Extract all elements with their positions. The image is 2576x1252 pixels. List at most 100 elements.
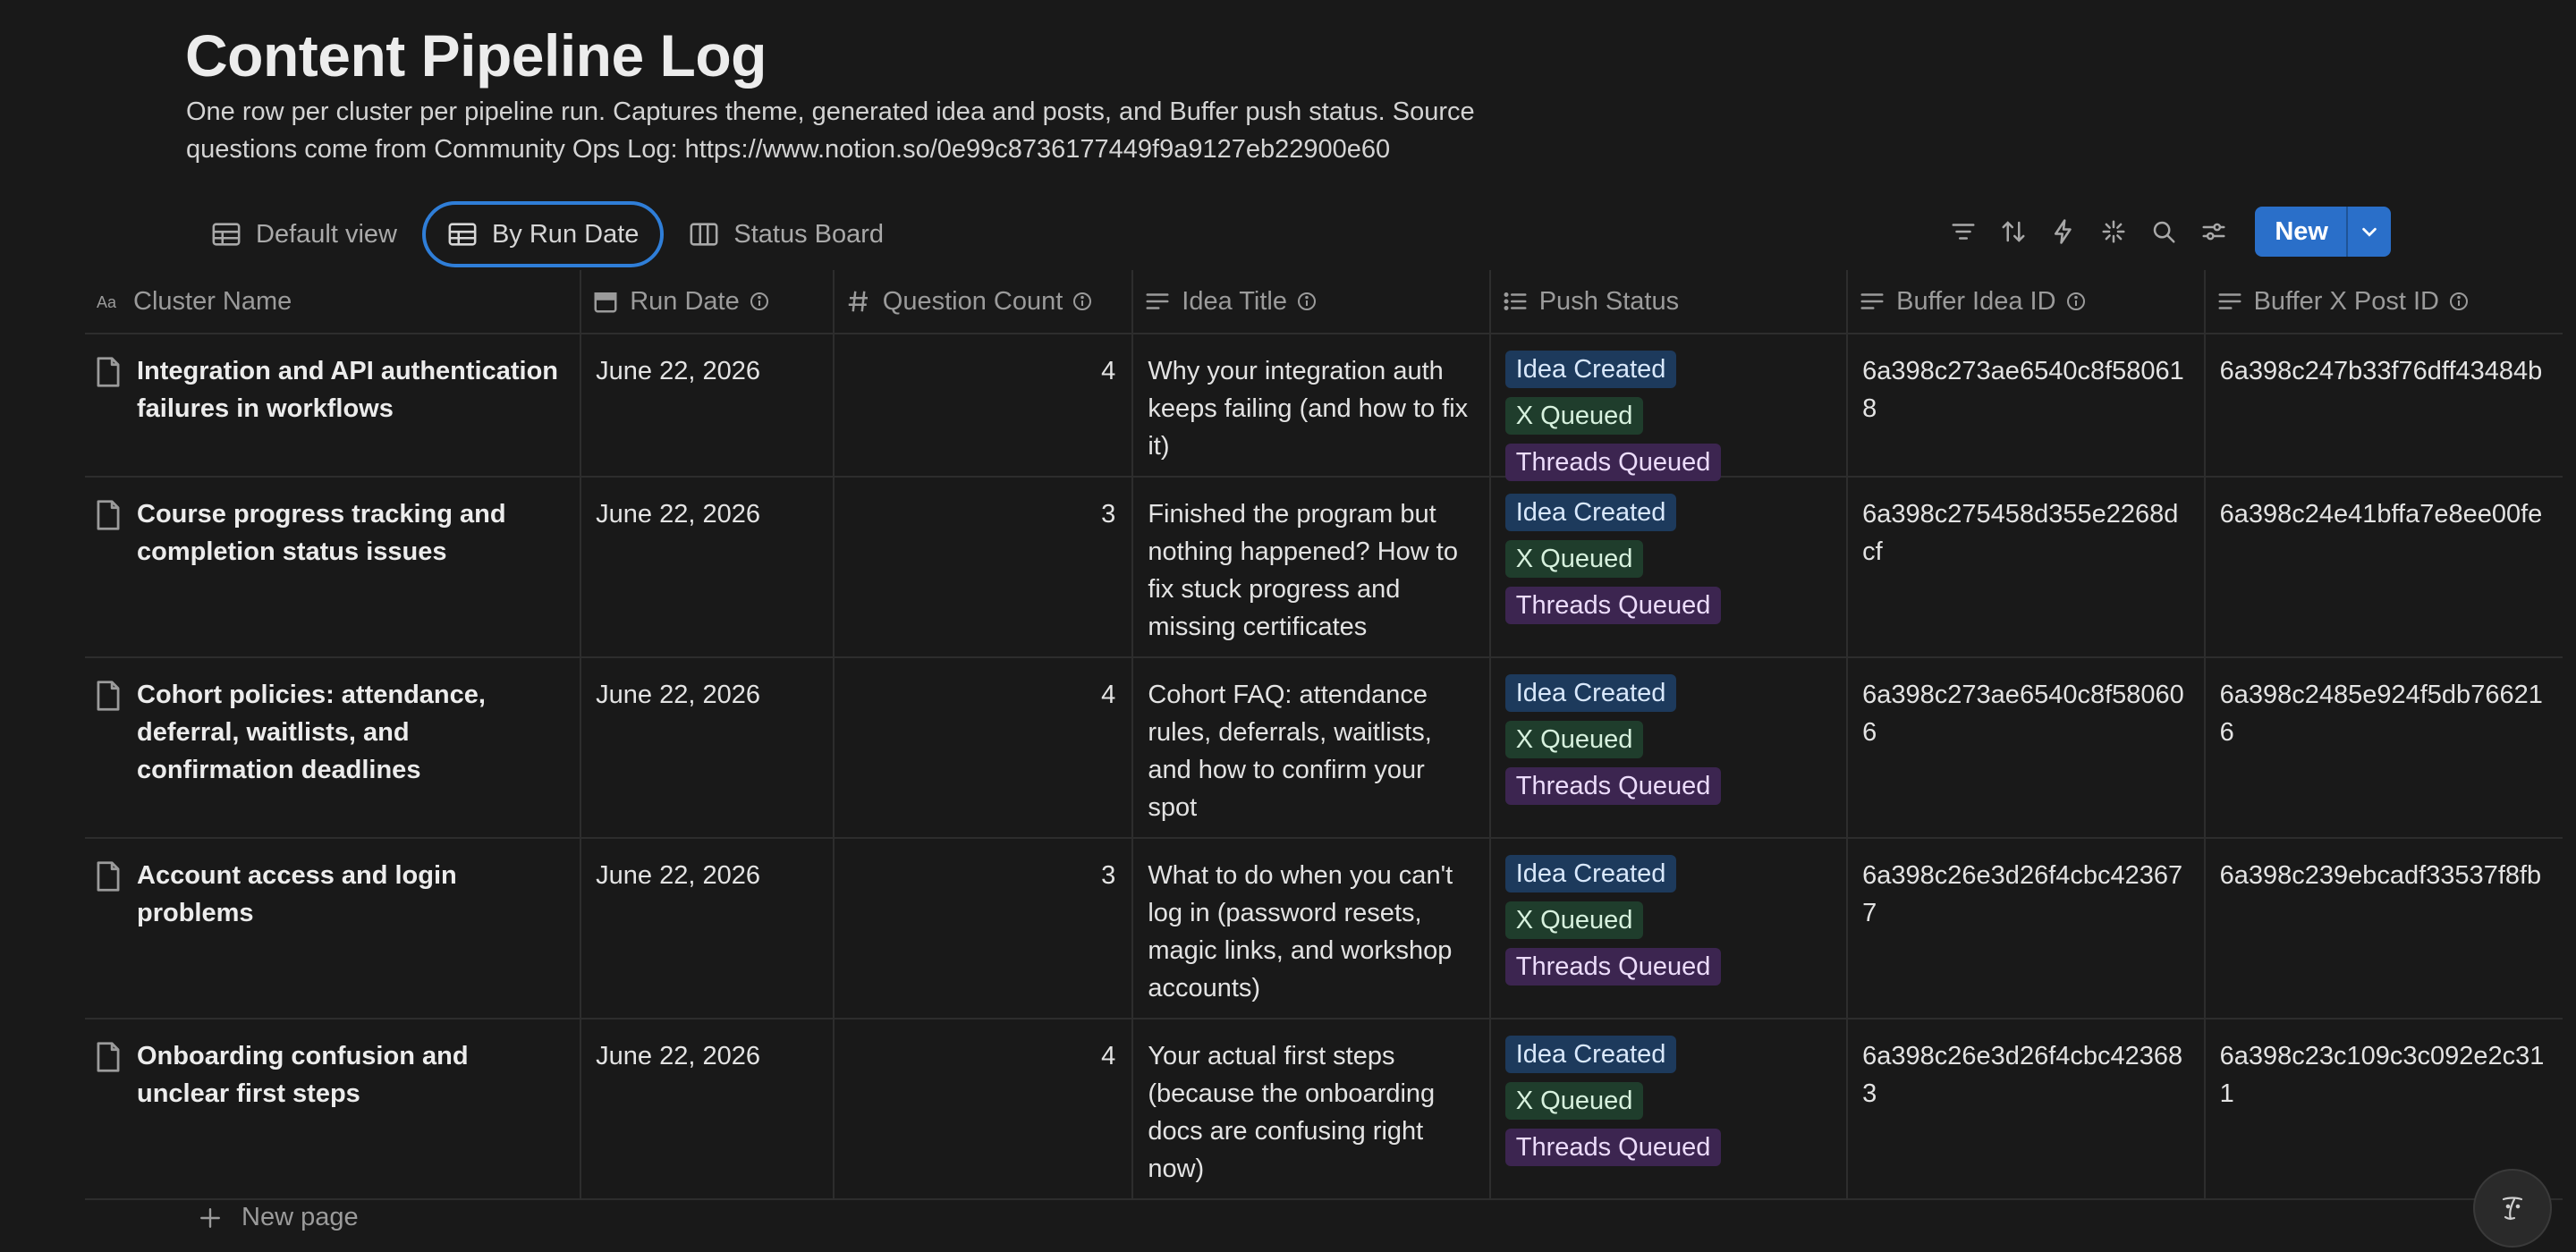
tab-default-view[interactable]: Default view (190, 201, 419, 267)
text-icon (1146, 293, 1169, 309)
automation-icon[interactable] (2038, 207, 2089, 257)
table-header: Aa Cluster Name Run Date Question Count … (85, 270, 2563, 334)
column-header-idea-title[interactable]: Idea Title (1133, 270, 1491, 333)
column-header-buffer-x-post-id[interactable]: Buffer X Post ID (2206, 270, 2563, 333)
cell-buffer-x-post-id[interactable]: 6a398c247b33f76dff43484b (2206, 334, 2563, 476)
info-icon[interactable] (2448, 291, 2470, 312)
title-icon: Aa (97, 293, 117, 311)
info-icon[interactable] (1296, 291, 1318, 312)
cell-buffer-x-post-id[interactable]: 6a398c24e41bffa7e8ee00fe (2206, 478, 2563, 656)
plus-icon (200, 1207, 220, 1228)
settings-icon[interactable] (2189, 207, 2239, 257)
cell-cluster-name[interactable]: Cohort policies: attendance, deferral, w… (85, 658, 582, 837)
tag-x-queued: X Queued (1504, 1082, 1644, 1120)
page-title[interactable]: Content Pipeline Log (185, 16, 767, 95)
table-row[interactable]: Account access and login problems June 2… (85, 839, 2563, 1019)
column-header-run-date[interactable]: Run Date (581, 270, 835, 333)
info-icon[interactable] (1072, 291, 1093, 312)
new-page-label: New page (242, 1203, 359, 1231)
cell-idea-title[interactable]: Finished the program but nothing happene… (1133, 478, 1491, 656)
new-button[interactable]: New (2255, 207, 2391, 257)
new-button-label: New (2275, 217, 2328, 246)
cell-push-status[interactable]: Idea Created X Queued Threads Queued (1491, 658, 1849, 837)
tab-label: By Run Date (491, 219, 640, 249)
cell-buffer-idea-id[interactable]: 6a398c26e3d26f4cbc423677 (1848, 839, 2206, 1018)
table-row[interactable]: Integration and API authentication failu… (85, 334, 2563, 481)
cell-idea-title[interactable]: Your actual first steps (because the onb… (1133, 1019, 1491, 1198)
column-header-push-status[interactable]: Push Status (1491, 270, 1849, 333)
cell-buffer-idea-id[interactable]: 6a398c26e3d26f4cbc423683 (1848, 1019, 2206, 1198)
cell-question-count[interactable]: 4 (835, 334, 1134, 476)
cell-run-date[interactable]: June 22, 2026 (581, 478, 835, 656)
info-icon[interactable] (749, 291, 770, 312)
cell-buffer-idea-id[interactable]: 6a398c275458d355e2268dcf (1848, 478, 2206, 656)
ai-sparkle-icon[interactable] (2089, 207, 2139, 257)
cell-push-status[interactable]: Idea Created X Queued Threads Queued (1491, 839, 1849, 1018)
cell-idea-title[interactable]: What to do when you can't log in (passwo… (1133, 839, 1491, 1018)
board-icon (690, 223, 718, 246)
cell-run-date[interactable]: June 22, 2026 (581, 334, 835, 476)
number-icon (848, 291, 868, 312)
description-line-1: One row per cluster per pipeline run. Ca… (186, 97, 1475, 126)
tab-label: Status Board (733, 219, 885, 249)
cell-question-count[interactable]: 3 (835, 839, 1134, 1018)
page-icon (97, 1042, 120, 1072)
cell-buffer-idea-id[interactable]: 6a398c273ae6540c8f580618 (1848, 334, 2206, 476)
sort-icon[interactable] (1988, 207, 2038, 257)
tag-idea-created: Idea Created (1504, 494, 1677, 531)
tab-status-board[interactable]: Status Board (667, 201, 905, 267)
tag-idea-created: Idea Created (1504, 674, 1677, 712)
tab-label: Default view (256, 219, 397, 249)
page-icon (97, 357, 120, 387)
search-icon[interactable] (2139, 207, 2189, 257)
text-icon (2218, 293, 2241, 309)
table-row[interactable]: Onboarding confusion and unclear first s… (85, 1019, 2563, 1200)
column-header-question-count[interactable]: Question Count (835, 270, 1134, 333)
cell-cluster-name[interactable]: Integration and API authentication failu… (85, 334, 582, 476)
cell-run-date[interactable]: June 22, 2026 (581, 839, 835, 1018)
cell-run-date[interactable]: June 22, 2026 (581, 1019, 835, 1198)
cell-cluster-name[interactable]: Course progress tracking and completion … (85, 478, 582, 656)
table-icon (212, 223, 241, 246)
database-toolbar: New (1938, 206, 2391, 258)
column-header-cluster-name[interactable]: Aa Cluster Name (85, 270, 582, 333)
tag-threads-queued: Threads Queued (1504, 1129, 1722, 1166)
notion-ai-face-icon (2502, 1197, 2523, 1221)
cell-buffer-x-post-id[interactable]: 6a398c2485e924f5db766216 (2206, 658, 2563, 837)
cell-buffer-idea-id[interactable]: 6a398c273ae6540c8f580606 (1848, 658, 2206, 837)
column-header-buffer-idea-id[interactable]: Buffer Idea ID (1848, 270, 2206, 333)
tag-x-queued: X Queued (1504, 540, 1644, 578)
tag-x-queued: X Queued (1504, 721, 1644, 758)
table-row[interactable]: Course progress tracking and completion … (85, 478, 2563, 658)
tag-idea-created: Idea Created (1504, 351, 1677, 388)
cell-cluster-name[interactable]: Onboarding confusion and unclear first s… (85, 1019, 582, 1198)
cell-buffer-x-post-id[interactable]: 6a398c239ebcadf33537f8fb (2206, 839, 2563, 1018)
notion-ai-button[interactable] (2473, 1169, 2552, 1248)
cell-push-status[interactable]: Idea Created X Queued Threads Queued (1491, 334, 1849, 481)
page-icon (97, 861, 120, 892)
tag-x-queued: X Queued (1504, 397, 1644, 435)
database-table: Aa Cluster Name Run Date Question Count … (85, 270, 2563, 1200)
view-tabs: Default view By Run Date Status Board (190, 199, 909, 270)
tab-by-run-date[interactable]: By Run Date (421, 201, 665, 267)
new-page-button[interactable]: New page (199, 1203, 359, 1232)
info-icon[interactable] (2065, 291, 2087, 312)
page-description[interactable]: One row per cluster per pipeline run. Ca… (186, 93, 1581, 168)
cell-push-status[interactable]: Idea Created X Queued Threads Queued (1491, 478, 1849, 656)
page-icon (97, 681, 120, 711)
cell-cluster-name[interactable]: Account access and login problems (85, 839, 582, 1018)
cell-run-date[interactable]: June 22, 2026 (581, 658, 835, 837)
cell-question-count[interactable]: 3 (835, 478, 1134, 656)
cell-idea-title[interactable]: Cohort FAQ: attendance rules, deferrals,… (1133, 658, 1491, 837)
chevron-down-icon (2362, 227, 2377, 237)
cell-question-count[interactable]: 4 (835, 1019, 1134, 1198)
new-dropdown-button[interactable] (2346, 207, 2391, 257)
cell-idea-title[interactable]: Why your integration auth keeps failing … (1133, 334, 1491, 476)
table-row[interactable]: Cohort policies: attendance, deferral, w… (85, 658, 2563, 839)
description-line-2: questions come from Community Ops Log: h… (186, 135, 1391, 164)
cell-question-count[interactable]: 4 (835, 658, 1134, 837)
cell-push-status[interactable]: Idea Created X Queued Threads Queued (1491, 1019, 1849, 1198)
calendar-icon (594, 292, 617, 313)
filter-icon[interactable] (1938, 207, 1988, 257)
tag-threads-queued: Threads Queued (1504, 587, 1722, 624)
